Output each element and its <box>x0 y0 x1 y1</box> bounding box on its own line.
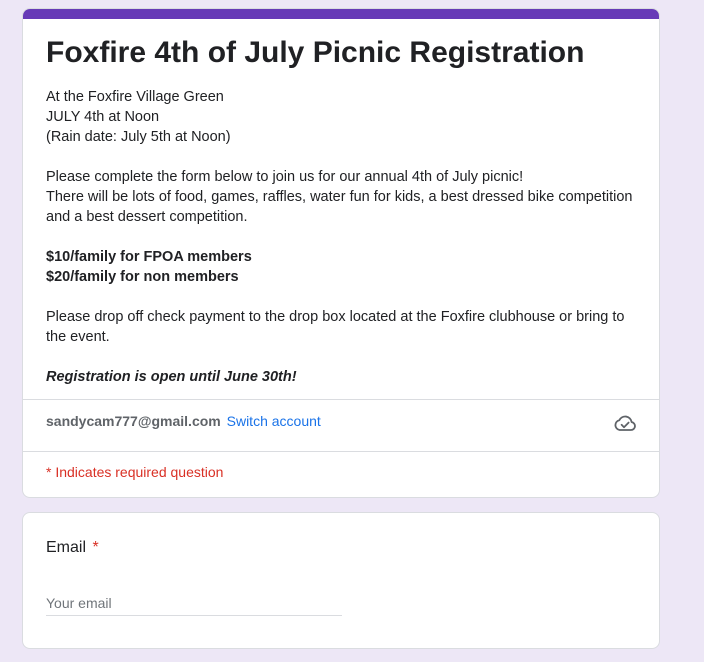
email-input[interactable] <box>46 591 342 616</box>
form-header-card: Foxfire 4th of July Picnic Registration … <box>22 8 660 498</box>
switch-account-link[interactable]: Switch account <box>227 413 321 429</box>
description-rain-date: (Rain date: July 5th at Noon) <box>46 129 231 145</box>
divider <box>23 399 659 400</box>
description-invite: Please complete the form below to join u… <box>46 169 524 185</box>
form-title: Foxfire 4th of July Picnic Registration <box>46 36 585 69</box>
required-question-note: * Indicates required question <box>46 464 224 480</box>
payment-instructions: Please drop off check payment to the dro… <box>46 309 625 345</box>
form-description: At the Foxfire Village Green JULY 4th at… <box>46 87 646 387</box>
divider <box>23 451 659 452</box>
cloud-check-icon[interactable] <box>613 413 637 433</box>
question-card-email: Email * <box>22 512 660 649</box>
registration-deadline: Registration is open until June 30th! <box>46 369 297 385</box>
email-label: Email <box>46 539 87 556</box>
description-activities: There will be lots of food, games, raffl… <box>46 189 633 225</box>
price-nonmembers: $20/family for non members <box>46 269 239 285</box>
required-marker: * <box>92 539 99 556</box>
account-row: sandycam777@gmail.com Switch account <box>46 411 321 431</box>
question-title: Email * <box>46 537 99 559</box>
price-members: $10/family for FPOA members <box>46 249 252 265</box>
accent-stripe <box>23 9 659 19</box>
description-date: JULY 4th at Noon <box>46 109 160 125</box>
description-location: At the Foxfire Village Green <box>46 89 224 105</box>
account-email: sandycam777@gmail.com <box>46 413 221 429</box>
